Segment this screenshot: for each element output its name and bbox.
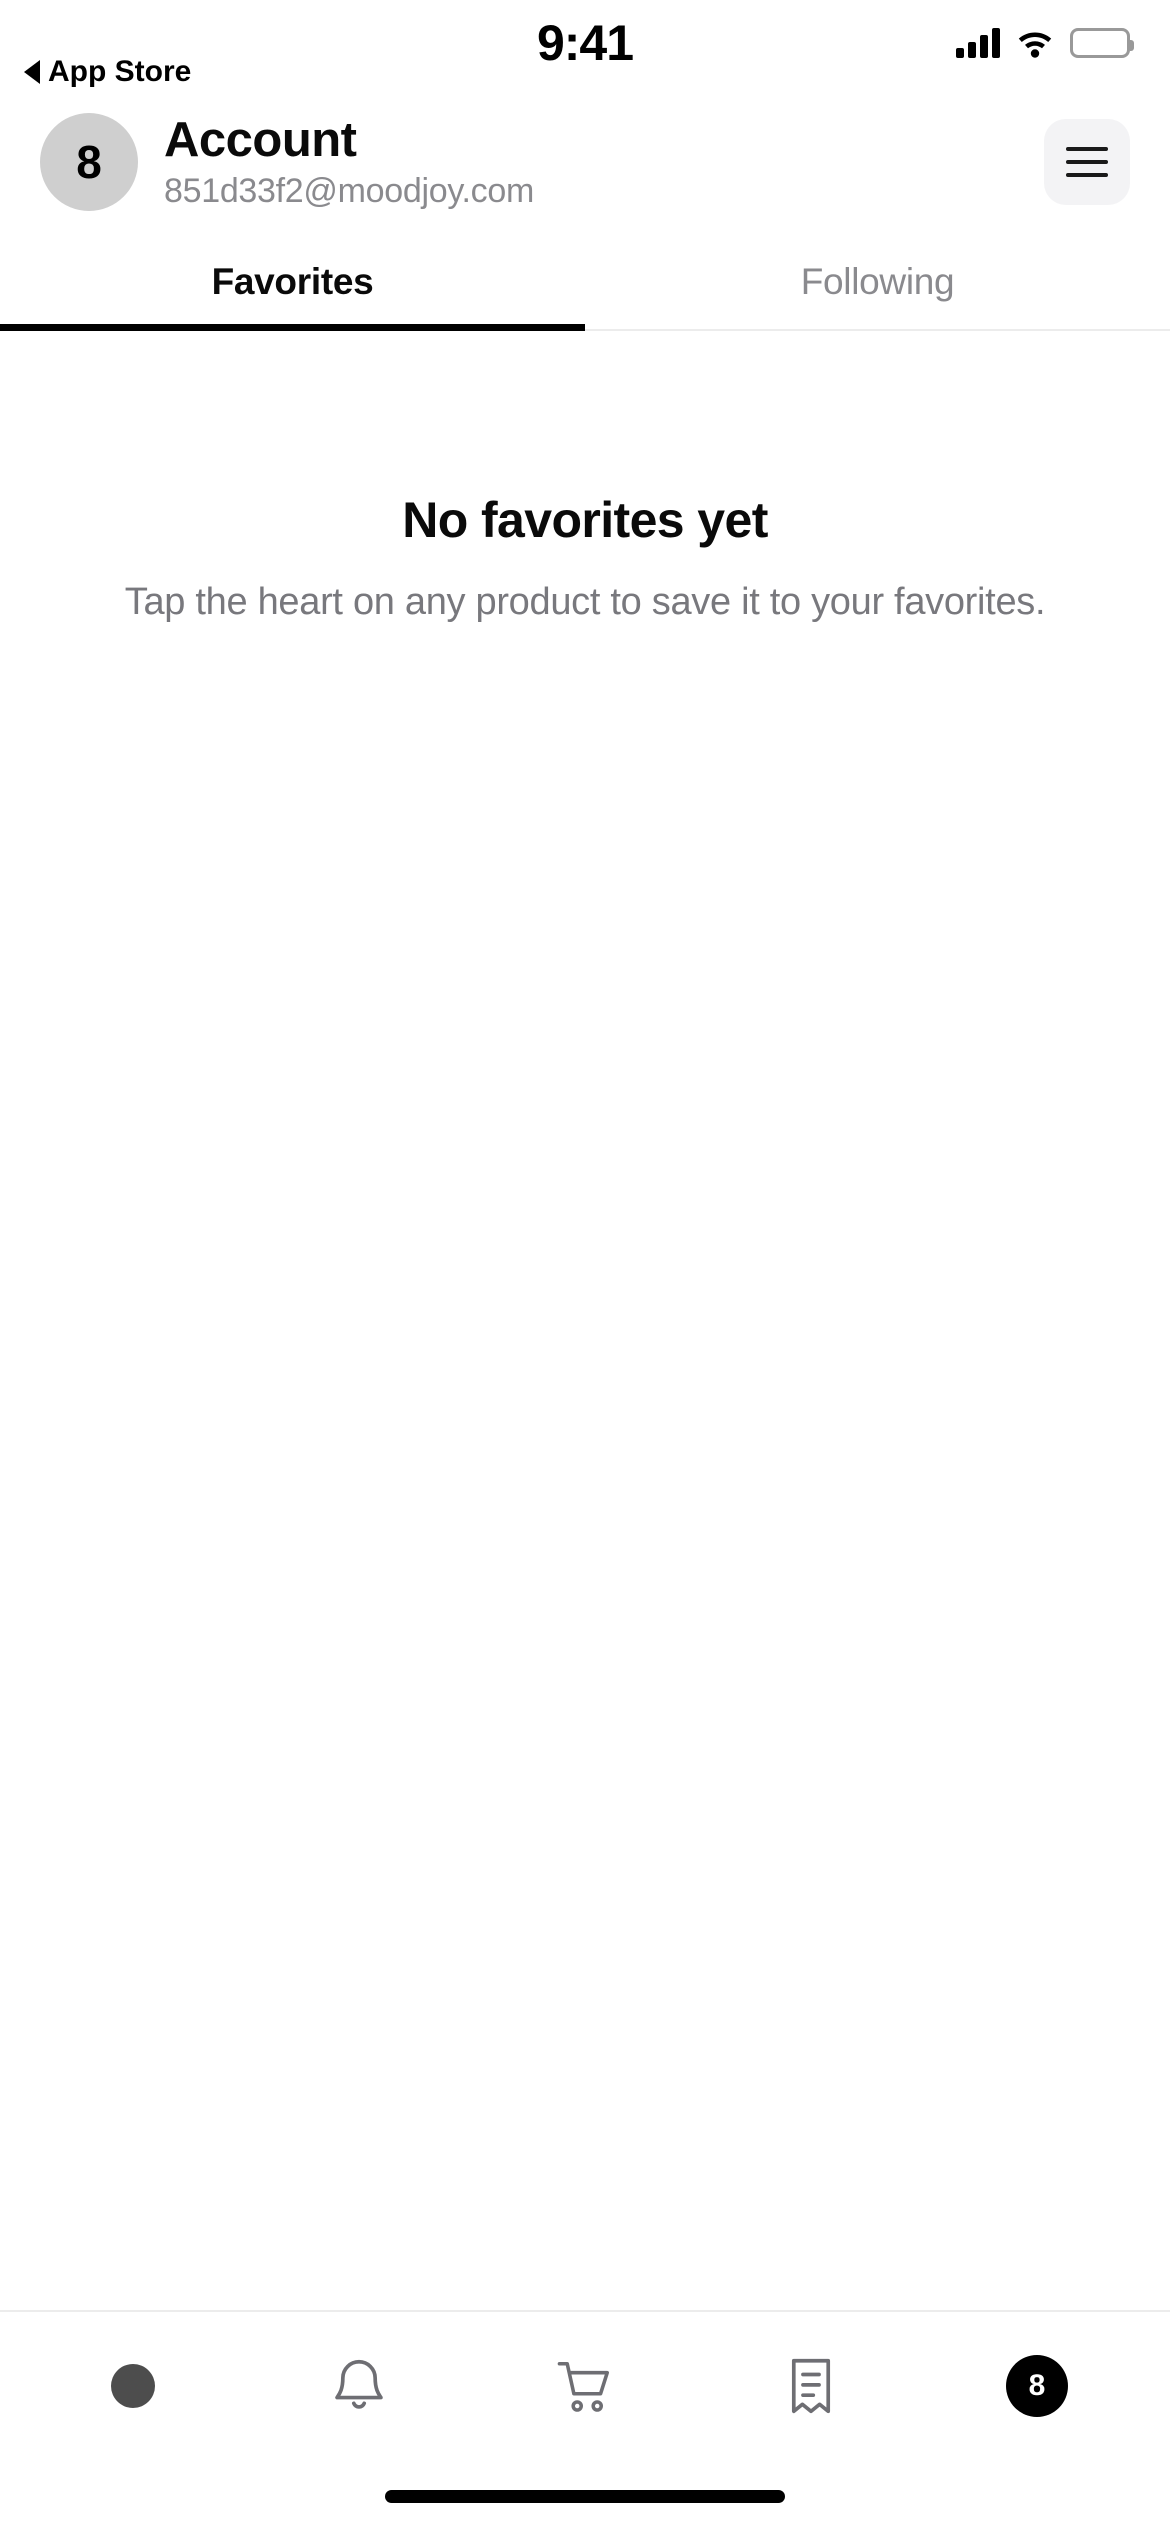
status-indicators [956,28,1134,58]
receipt-icon [785,2355,837,2417]
phone-screen: 9:41 App Store 8 Account 851d33f2@moodjo… [0,0,1170,2532]
empty-state: No favorites yet Tap the heart on any pr… [0,491,1170,627]
avatar-badge-icon: 8 [1006,2355,1068,2417]
bottom-tab-bar: 8 [0,2310,1170,2460]
page-title: Account [164,113,357,167]
cellular-signal-icon [956,28,1000,58]
triangle-left-icon [24,60,40,84]
hamburger-menu-icon [1066,146,1108,151]
tabbar-item-notifications[interactable] [246,2312,472,2460]
bell-icon [331,2356,387,2416]
empty-state-subtitle: Tap the heart on any product to save it … [124,581,1046,624]
tabbar-item-account[interactable]: 8 [924,2312,1150,2460]
account-header: 8 Account 851d33f2@moodjoy.com [0,100,1170,235]
tab-following-label: Following [800,261,955,303]
avatar-initial: 8 [76,135,102,188]
content-area: No favorites yet Tap the heart on any pr… [0,331,1170,2310]
tabbar-item-orders[interactable] [698,2312,924,2460]
wifi-icon [1016,28,1054,58]
back-label: App Store [48,55,192,88]
status-bar: 9:41 App Store [0,0,1170,100]
hamburger-menu-icon-line3 [1066,172,1108,177]
tab-favorites[interactable]: Favorites [0,235,585,332]
tabbar-account-initial: 8 [1028,2369,1046,2402]
tabbar-item-cart[interactable] [472,2312,698,2460]
battery-full-icon [1070,28,1134,58]
hamburger-menu-button[interactable] [1044,118,1130,205]
empty-state-title: No favorites yet [402,492,768,549]
avatar[interactable]: 8 [40,112,138,211]
tab-following[interactable]: Following [585,235,1170,329]
home-indicator[interactable] [385,2489,785,2503]
home-indicator-area [0,2460,1170,2532]
shopping-cart-icon [555,2357,615,2415]
hamburger-menu-icon-line2 [1066,159,1108,164]
account-meta: Account 851d33f2@moodjoy.com [164,112,1018,211]
back-to-app-store-button[interactable]: App Store [24,55,191,89]
tab-bar-segments: Favorites Following [0,235,1170,332]
tab-favorites-label: Favorites [211,261,374,303]
account-email: 851d33f2@moodjoy.com [164,172,534,211]
tabbar-item-home[interactable] [20,2312,246,2460]
filled-circle-icon [111,2364,155,2408]
